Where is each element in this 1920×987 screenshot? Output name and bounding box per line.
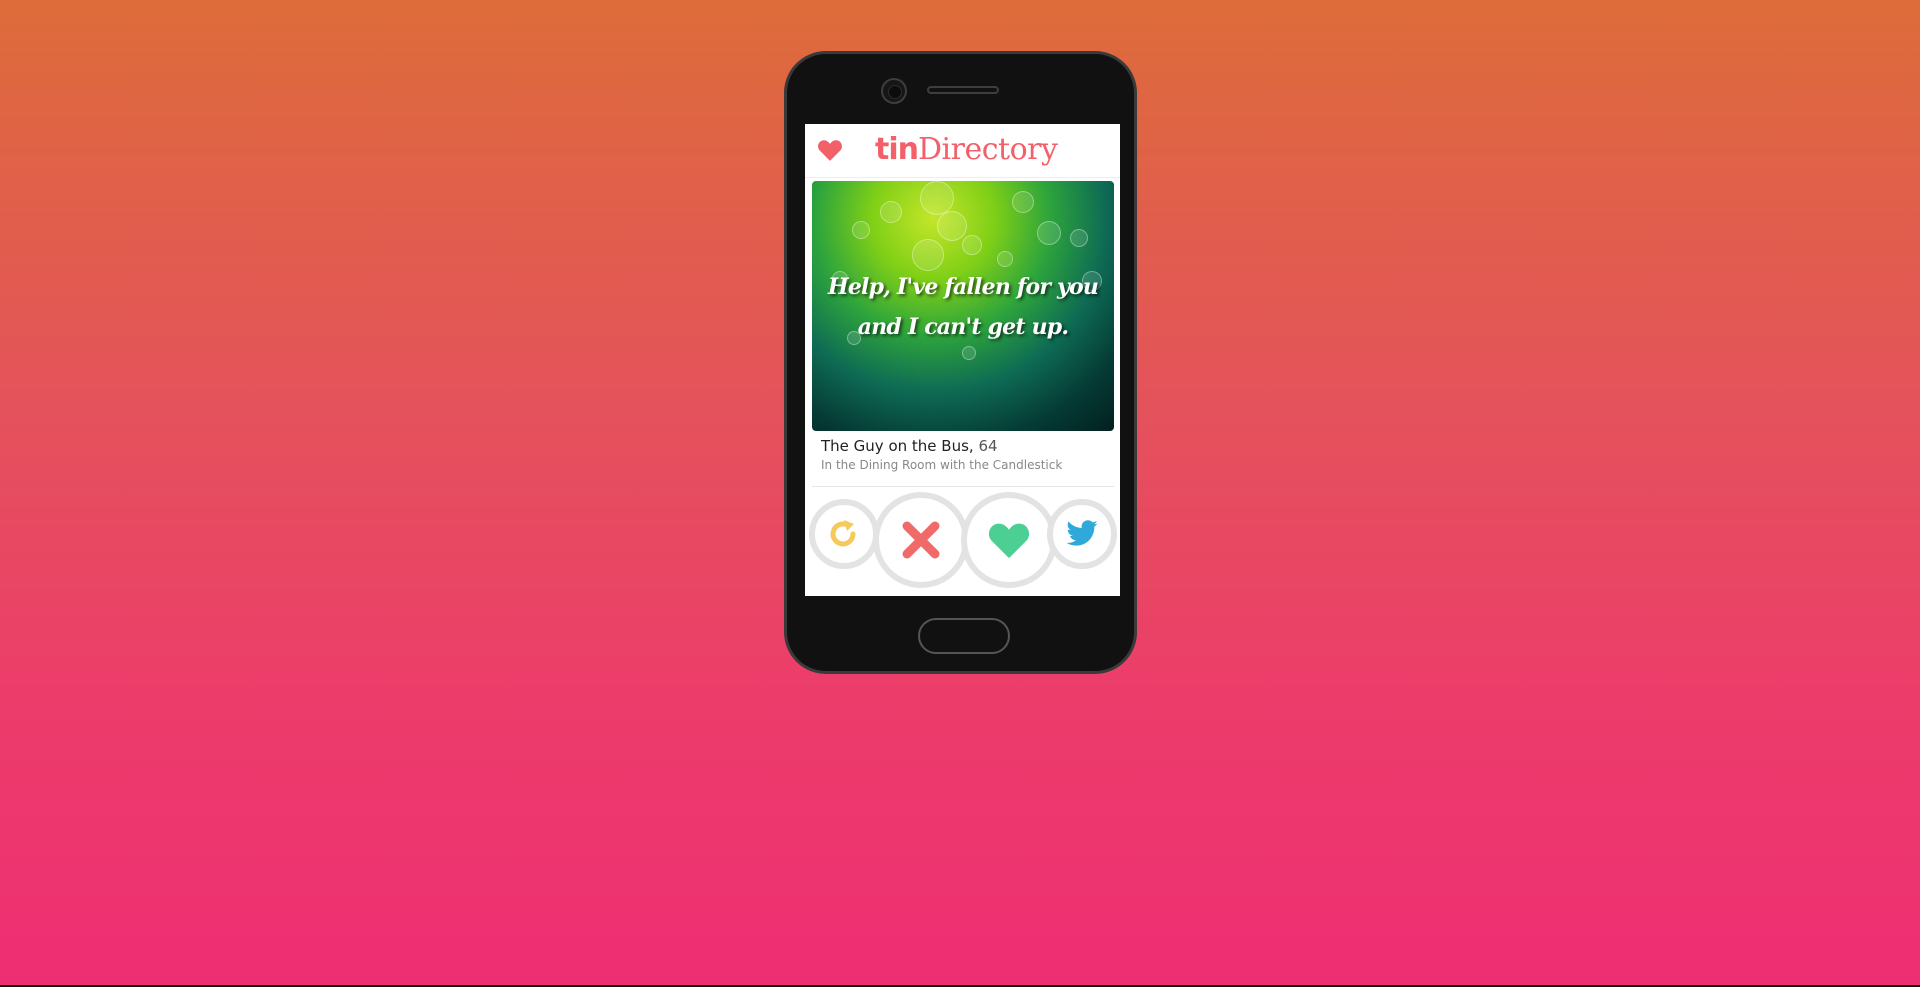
app-title: tinDirectory [875, 132, 1058, 167]
action-bar [805, 492, 1120, 592]
camera-icon [881, 78, 907, 104]
profile-photo: Help, I've fallen for you and I can't ge… [812, 181, 1114, 431]
bokeh-bubble [962, 346, 976, 360]
like-button[interactable] [961, 492, 1057, 588]
twitter-share-button[interactable] [1047, 499, 1117, 569]
heart-icon [988, 523, 1030, 559]
profile-info: The Guy on the Bus, 64 In the Dining Roo… [812, 431, 1114, 487]
bokeh-bubble [1037, 221, 1061, 245]
home-button[interactable] [918, 618, 1010, 654]
speaker-grille [927, 86, 999, 94]
bokeh-bubble [1070, 229, 1088, 247]
bokeh-bubble [1012, 191, 1034, 213]
profile-card[interactable]: Help, I've fallen for you and I can't ge… [812, 181, 1114, 487]
app-title-rest: Directory [917, 132, 1058, 167]
rewind-button[interactable] [809, 499, 879, 569]
nope-button[interactable] [873, 492, 969, 588]
phone-screen: tinDirectory Help, I've fallen for you a… [805, 124, 1120, 596]
bokeh-bubble [997, 251, 1013, 267]
profile-name-line: The Guy on the Bus, 64 [821, 437, 998, 455]
heart-icon[interactable] [817, 138, 843, 162]
bokeh-bubble [920, 181, 954, 215]
profile-age: 64 [978, 437, 998, 455]
twitter-icon [1066, 520, 1098, 546]
bokeh-bubble [937, 211, 967, 241]
app-title-bold: tin [875, 132, 919, 167]
rewind-icon [830, 520, 856, 547]
app-header: tinDirectory [805, 124, 1120, 178]
bokeh-bubble [962, 235, 982, 255]
x-icon [902, 521, 940, 559]
profile-quote: Help, I've fallen for you and I can't ge… [827, 274, 1099, 340]
bokeh-bubble [880, 201, 902, 223]
bokeh-bubble [852, 221, 870, 239]
phone-frame: tinDirectory Help, I've fallen for you a… [784, 51, 1137, 674]
profile-name: The Guy on the Bus [821, 437, 969, 455]
profile-location: In the Dining Room with the Candlestick [821, 458, 1063, 472]
